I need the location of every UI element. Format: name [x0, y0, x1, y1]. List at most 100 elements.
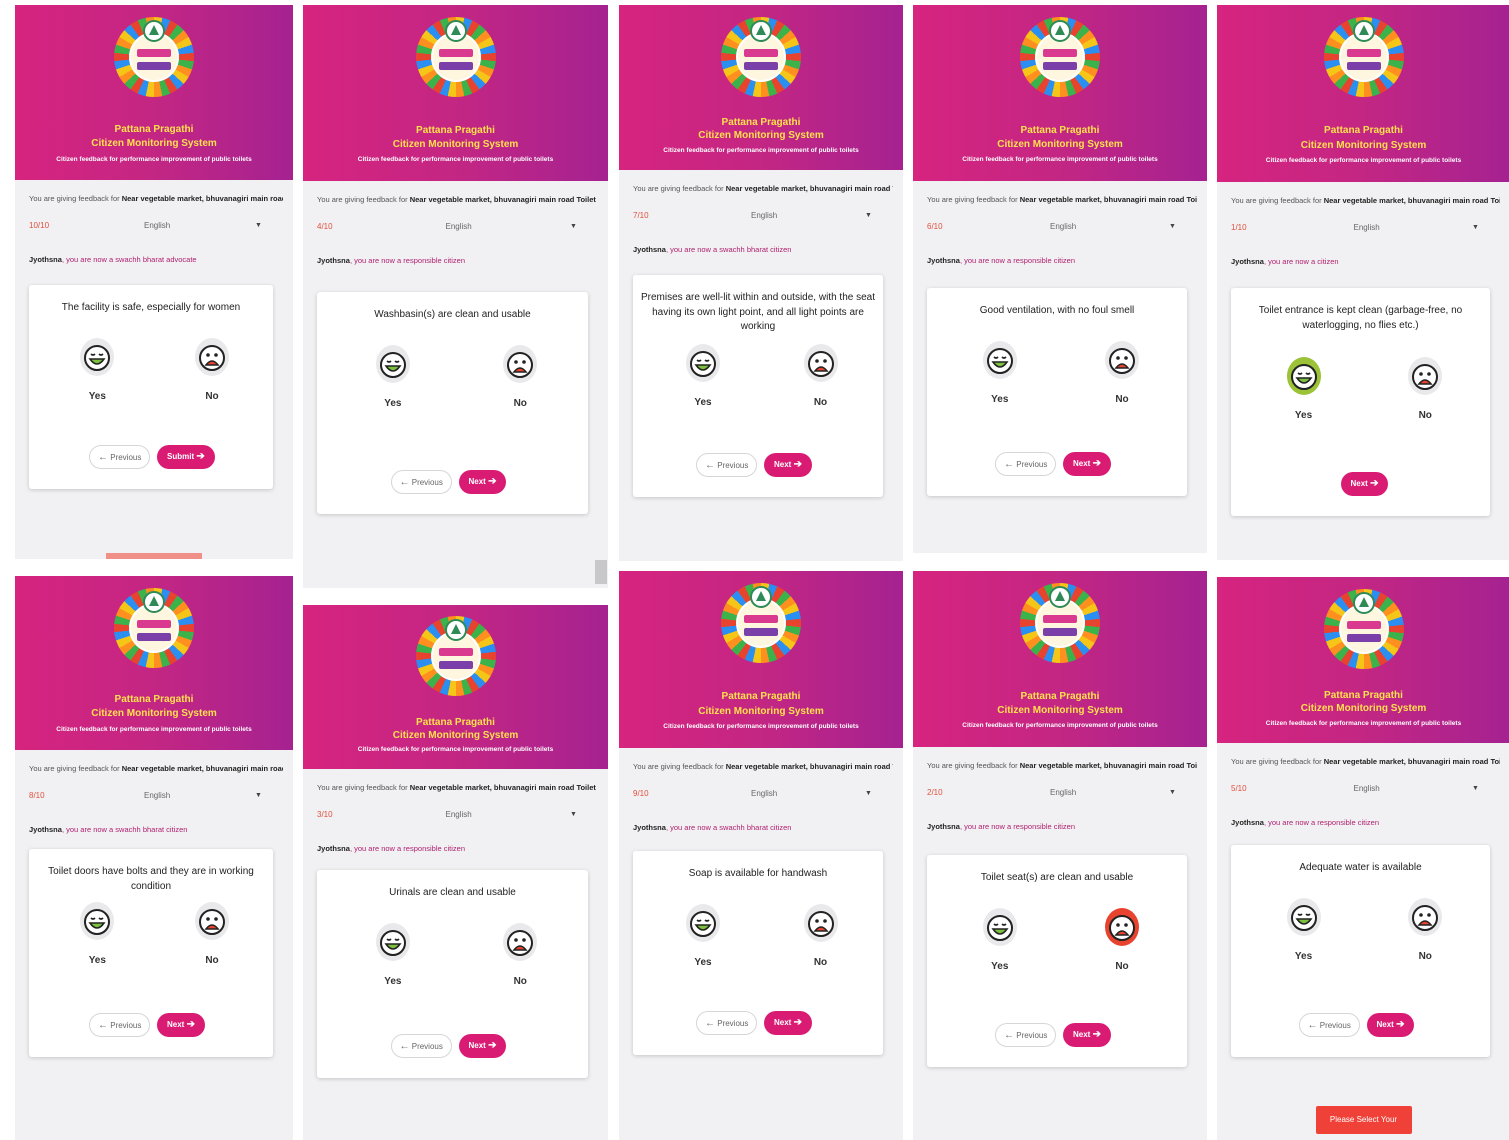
language-select[interactable]: English: [446, 222, 472, 231]
question-card: Premises are well-lit within and outside…: [633, 275, 883, 497]
pattana-pragathi-logo: [114, 17, 194, 98]
yes-label: Yes: [1294, 951, 1313, 962]
language-select[interactable]: English: [751, 211, 777, 220]
no-frown-icon[interactable]: [502, 922, 538, 962]
no-frown-icon[interactable]: [1104, 340, 1140, 380]
app-subtitle: Citizen Monitoring System: [1300, 703, 1427, 715]
language-select[interactable]: English: [144, 791, 170, 800]
no-frown-icon[interactable]: [803, 903, 839, 943]
chevron-down-icon[interactable]: ▼: [1472, 224, 1479, 231]
next-button[interactable]: Next ➔: [764, 1011, 812, 1035]
status-text: , you are now a citizen: [1263, 257, 1339, 266]
yes-smiley-icon[interactable]: [1286, 897, 1322, 937]
no-frown-icon[interactable]: [1104, 907, 1140, 947]
next-button[interactable]: Next ➔: [764, 453, 812, 477]
previous-label: Previous: [717, 1019, 749, 1028]
feedback-location: You are giving feedback for Near vegetab…: [1231, 757, 1500, 766]
previous-button[interactable]: ← Previous: [696, 1011, 758, 1035]
yes-smiley-icon[interactable]: [982, 907, 1018, 947]
question-text: Washbasin(s) are clean and usable: [374, 309, 531, 320]
yes-smiley-icon[interactable]: [982, 340, 1018, 380]
yes-smiley-icon[interactable]: [685, 343, 721, 383]
arrow-right-icon: ➔: [1092, 1029, 1101, 1040]
no-frown-icon[interactable]: [194, 901, 230, 941]
previous-button[interactable]: ← Previous: [1298, 1013, 1360, 1037]
no-frown-icon[interactable]: [194, 337, 230, 377]
app-tagline: Citizen feedback for performance improve…: [56, 725, 252, 733]
arrow-right-icon: ➔: [196, 451, 205, 462]
previous-button[interactable]: ← Previous: [89, 1013, 151, 1037]
chevron-down-icon[interactable]: ▼: [1169, 789, 1176, 796]
feedback-screen: Pattana Pragathi Citizen Monitoring Syst…: [913, 5, 1207, 553]
language-select[interactable]: English: [446, 810, 472, 819]
language-select[interactable]: English: [1354, 784, 1380, 793]
app-subtitle: Citizen Monitoring System: [91, 708, 217, 720]
no-frown-icon[interactable]: [803, 343, 839, 383]
next-button[interactable]: Next ➔: [1340, 472, 1389, 496]
next-button[interactable]: Next ➔: [157, 1013, 205, 1037]
chevron-down-icon[interactable]: ▼: [1472, 785, 1479, 792]
chevron-down-icon[interactable]: ▼: [865, 790, 872, 797]
status-text: , you are now a responsible citizen: [959, 256, 1076, 265]
question-card: The facility is safe, especially for wom…: [29, 285, 273, 489]
question-text: Good ventilation, with no foul smell: [979, 305, 1135, 316]
language-select[interactable]: English: [751, 789, 777, 798]
yes-smiley-icon[interactable]: [79, 337, 115, 377]
previous-button[interactable]: ← Previous: [89, 445, 151, 469]
toilet-location: Near vegetable market, bhuvanagiri main …: [1323, 757, 1500, 766]
language-select[interactable]: English: [1354, 223, 1380, 232]
intro-prefix: You are giving feedback for: [1231, 757, 1322, 766]
yes-smiley-icon[interactable]: [685, 903, 721, 943]
chevron-down-icon[interactable]: ▼: [570, 223, 577, 230]
previous-button[interactable]: ← Previous: [390, 1034, 452, 1058]
feedback-location: You are giving feedback for Near vegetab…: [29, 194, 283, 203]
submit-button[interactable]: Submit ➔: [157, 445, 215, 469]
next-button[interactable]: Next ➔: [1366, 1013, 1415, 1037]
scrollbar-thumb[interactable]: [595, 560, 607, 584]
citizen-status: Jyothsna, you are now a responsible citi…: [1231, 818, 1379, 827]
previous-button[interactable]: ← Previous: [696, 453, 758, 477]
chevron-down-icon[interactable]: ▼: [865, 212, 872, 219]
user-name: Jyothsna: [633, 245, 666, 254]
submit-label: Submit: [167, 452, 195, 461]
language-select[interactable]: English: [1050, 222, 1076, 231]
pattana-pragathi-logo: [415, 616, 496, 697]
no-frown-icon[interactable]: [1407, 897, 1443, 937]
question-card: Toilet entrance is kept clean (garbage-f…: [1231, 288, 1490, 516]
next-label: Next: [1350, 479, 1368, 488]
app-header: Pattana Pragathi Citizen Monitoring Syst…: [15, 576, 293, 750]
yes-smiley-icon[interactable]: [79, 901, 115, 941]
no-label: No: [513, 976, 527, 987]
next-button[interactable]: Next ➔: [458, 470, 507, 494]
yes-smiley-icon[interactable]: [375, 922, 411, 962]
intro-prefix: You are giving feedback for: [317, 195, 408, 204]
language-select[interactable]: English: [1050, 788, 1076, 797]
next-label: Next: [468, 1041, 486, 1050]
chevron-down-icon[interactable]: ▼: [1169, 223, 1176, 230]
question-text: Soap is available for handwash: [688, 868, 828, 879]
feedback-screen: Pattana Pragathi Citizen Monitoring Syst…: [1217, 577, 1509, 1140]
feedback-location: You are giving feedback for Near vegetab…: [317, 783, 598, 792]
previous-button[interactable]: ← Previous: [995, 452, 1057, 476]
app-tagline: Citizen feedback for performance improve…: [357, 156, 554, 164]
previous-label: Previous: [110, 1021, 142, 1030]
chevron-down-icon[interactable]: ▼: [570, 811, 577, 818]
previous-button[interactable]: ← Previous: [390, 470, 452, 494]
intro-prefix: You are giving feedback for: [927, 761, 1018, 770]
arrow-left-icon: ←: [1307, 1020, 1318, 1031]
previous-button[interactable]: ← Previous: [995, 1023, 1057, 1047]
next-button[interactable]: Next ➔: [1063, 452, 1111, 476]
next-label: Next: [468, 477, 486, 486]
yes-smiley-icon[interactable]: [375, 344, 411, 384]
yes-smiley-icon[interactable]: [1286, 356, 1322, 396]
chevron-down-icon[interactable]: ▼: [255, 792, 262, 799]
next-button[interactable]: Next ➔: [1063, 1023, 1111, 1047]
question-text: Urinals are clean and usable: [389, 887, 516, 898]
chevron-down-icon[interactable]: ▼: [255, 222, 262, 229]
next-button[interactable]: Next ➔: [458, 1034, 507, 1058]
no-frown-icon[interactable]: [1407, 356, 1443, 396]
pattana-pragathi-logo: [1323, 588, 1404, 669]
app-tagline: Citizen feedback for performance improve…: [56, 155, 252, 163]
language-select[interactable]: English: [144, 221, 170, 230]
no-frown-icon[interactable]: [502, 344, 538, 384]
